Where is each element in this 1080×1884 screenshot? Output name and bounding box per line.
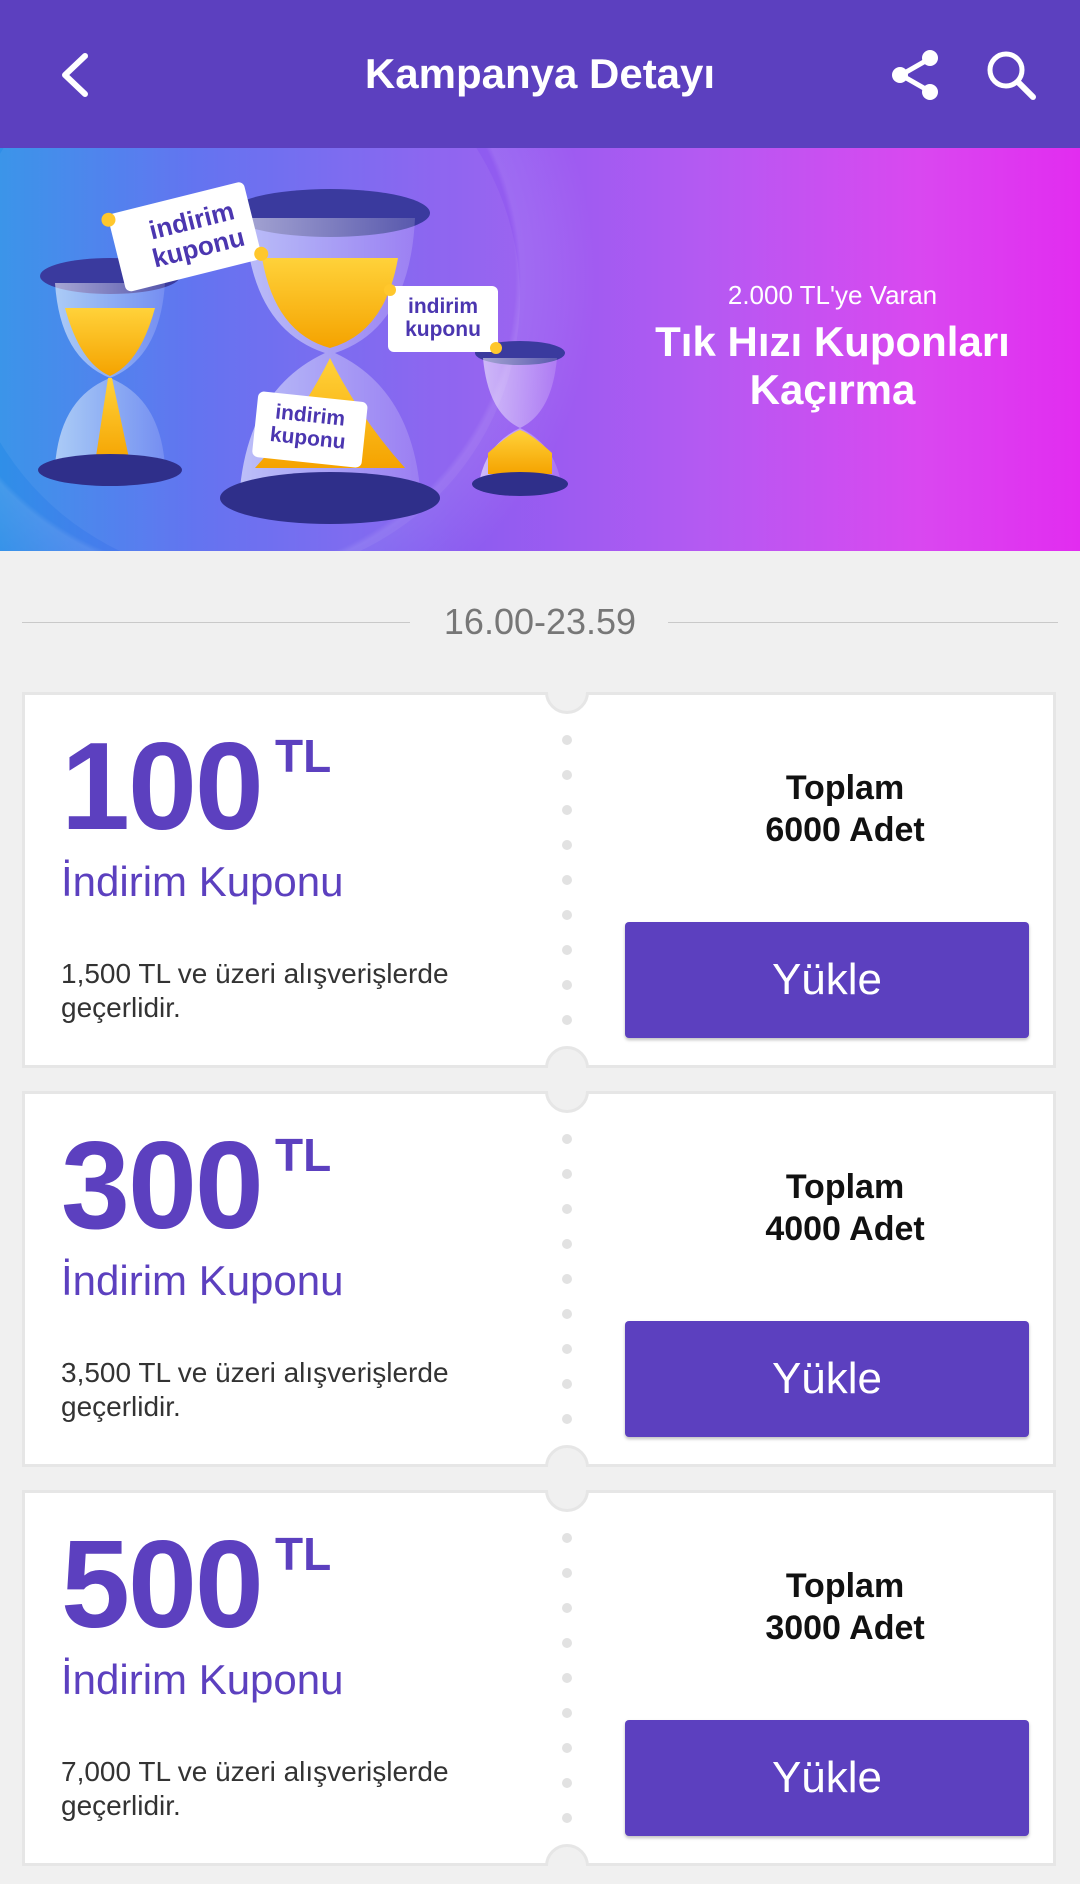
search-icon: [987, 51, 1036, 100]
banner-headline-line2: Kaçırma: [749, 366, 916, 413]
coupon-currency: TL: [275, 730, 332, 782]
coupon-notch: [545, 1844, 589, 1866]
coupon-condition: 7,000 TL ve üzeri alışverişlerde geçerli…: [61, 1755, 531, 1823]
coupon-amount: 300: [61, 1117, 264, 1255]
coupon-condition-line1: 7,000 TL ve üzeri alışverişlerde: [61, 1756, 449, 1787]
search-button[interactable]: [976, 40, 1046, 110]
coupon-condition-line1: 1,500 TL ve üzeri alışverişlerde: [61, 958, 449, 989]
time-range-divider: 16.00-23.59: [22, 600, 1058, 644]
coupon-condition: 3,500 TL ve üzeri alışverişlerde geçerli…: [61, 1356, 531, 1424]
share-button[interactable]: [880, 40, 950, 110]
load-coupon-button[interactable]: Yükle: [625, 1720, 1029, 1836]
divider-line-right: [668, 622, 1058, 623]
banner-headline: Tık Hızı Kuponları Kaçırma: [630, 318, 1035, 414]
load-coupon-button[interactable]: Yükle: [625, 1321, 1029, 1437]
share-icon: [892, 50, 938, 100]
campaign-banner[interactable]: indirim kuponu indirim kuponu indirim ku…: [0, 148, 1080, 551]
back-button[interactable]: [40, 40, 110, 110]
banner-headline-line1: Tık Hızı Kuponları: [655, 318, 1010, 365]
coupon-total-count: 3000 Adet: [765, 1609, 925, 1647]
coupon-tag-line1: indirim: [407, 295, 478, 318]
coupon-condition-line2: geçerlidir.: [61, 992, 181, 1023]
coupon-notch: [545, 1490, 589, 1512]
coupon-notch: [545, 1091, 589, 1113]
coupon-amount: 100: [61, 718, 264, 856]
hourglass-illustration: [38, 182, 568, 524]
coupon-total: Toplam 6000 Adet: [645, 767, 1045, 851]
coupon-card: 300 TL İndirim Kuponu 3,500 TL ve üzeri …: [22, 1091, 1056, 1467]
app-header: Kampanya Detayı: [0, 0, 1080, 148]
load-coupon-button[interactable]: Yükle: [625, 922, 1029, 1038]
coupon-condition-line2: geçerlidir.: [61, 1391, 181, 1422]
coupon-currency: TL: [275, 1528, 332, 1580]
coupon-perforation: [562, 1134, 572, 1434]
coupon-perforation: [562, 1533, 572, 1833]
coupon-notch: [545, 1445, 589, 1467]
coupon-notch: [545, 1046, 589, 1068]
coupon-total: Toplam 3000 Adet: [645, 1565, 1045, 1649]
coupon-total-count: 6000 Adet: [765, 811, 925, 849]
coupon-perforation: [562, 735, 572, 1035]
coupon-card: 500 TL İndirim Kuponu 7,000 TL ve üzeri …: [22, 1490, 1056, 1866]
banner-subtitle: 2.000 TL'ye Varan: [727, 280, 938, 310]
coupon-condition-line1: 3,500 TL ve üzeri alışverişlerde: [61, 1357, 449, 1388]
coupon-currency: TL: [275, 1129, 332, 1181]
coupon-total-label: Toplam: [785, 1168, 905, 1206]
coupon-total-label: Toplam: [785, 769, 905, 807]
coupon-total-count: 4000 Adet: [765, 1210, 925, 1248]
page-title: Kampanya Detayı: [364, 50, 716, 97]
coupon-total-label: Toplam: [785, 1567, 905, 1605]
coupon-tag-text: indirim kuponu: [390, 295, 496, 341]
coupon-total: Toplam 4000 Adet: [645, 1166, 1045, 1250]
coupon-label: İndirim Kuponu: [61, 1656, 344, 1703]
coupon-condition: 1,500 TL ve üzeri alışverişlerde geçerli…: [61, 957, 531, 1025]
coupon-label: İndirim Kuponu: [61, 1257, 344, 1304]
back-arrow-icon: [62, 53, 88, 97]
coupon-card: 100 TL İndirim Kuponu 1,500 TL ve üzeri …: [22, 692, 1056, 1068]
coupon-tag-line2: kuponu: [405, 318, 481, 341]
coupon-condition-line2: geçerlidir.: [61, 1790, 181, 1821]
coupon-notch: [545, 692, 589, 714]
coupon-label: İndirim Kuponu: [61, 858, 344, 905]
coupon-amount: 500: [61, 1516, 264, 1654]
